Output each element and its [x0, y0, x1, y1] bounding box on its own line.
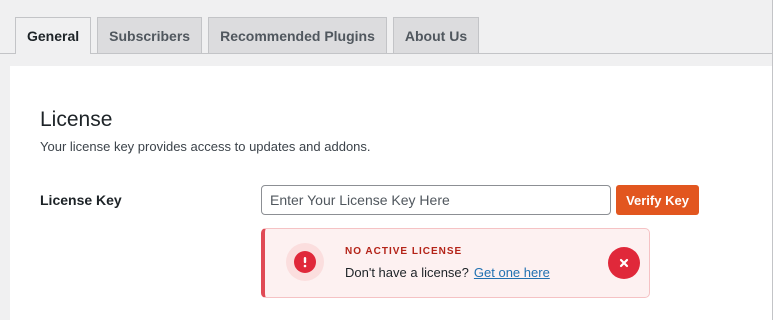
- settings-tabs: General Subscribers Recommended Plugins …: [15, 17, 480, 54]
- tab-recommended-plugins[interactable]: Recommended Plugins: [208, 17, 387, 53]
- notice-title: NO ACTIVE LICENSE: [345, 246, 463, 257]
- get-license-link[interactable]: Get one here: [474, 265, 550, 280]
- dismiss-notice-button[interactable]: [608, 247, 640, 279]
- tab-about-us[interactable]: About Us: [392, 17, 480, 53]
- tab-general[interactable]: General: [15, 17, 92, 54]
- section-description: Your license key provides access to upda…: [40, 139, 371, 154]
- verify-key-button[interactable]: Verify Key: [616, 185, 699, 215]
- tab-divider: [0, 53, 772, 54]
- license-key-input[interactable]: [261, 185, 611, 215]
- tab-subscribers[interactable]: Subscribers: [97, 17, 203, 53]
- section-title: License: [40, 108, 113, 131]
- notice-text: Don't have a license? Get one here: [345, 265, 550, 280]
- exclamation-icon: [294, 251, 316, 273]
- license-notice: NO ACTIVE LICENSE Don't have a license? G…: [261, 228, 650, 298]
- alert-icon-wrapper: [286, 243, 324, 281]
- settings-panel: License Your license key provides access…: [10, 66, 772, 320]
- close-icon: [619, 258, 629, 268]
- notice-message: Don't have a license?: [345, 265, 469, 280]
- license-key-label: License Key: [40, 192, 122, 208]
